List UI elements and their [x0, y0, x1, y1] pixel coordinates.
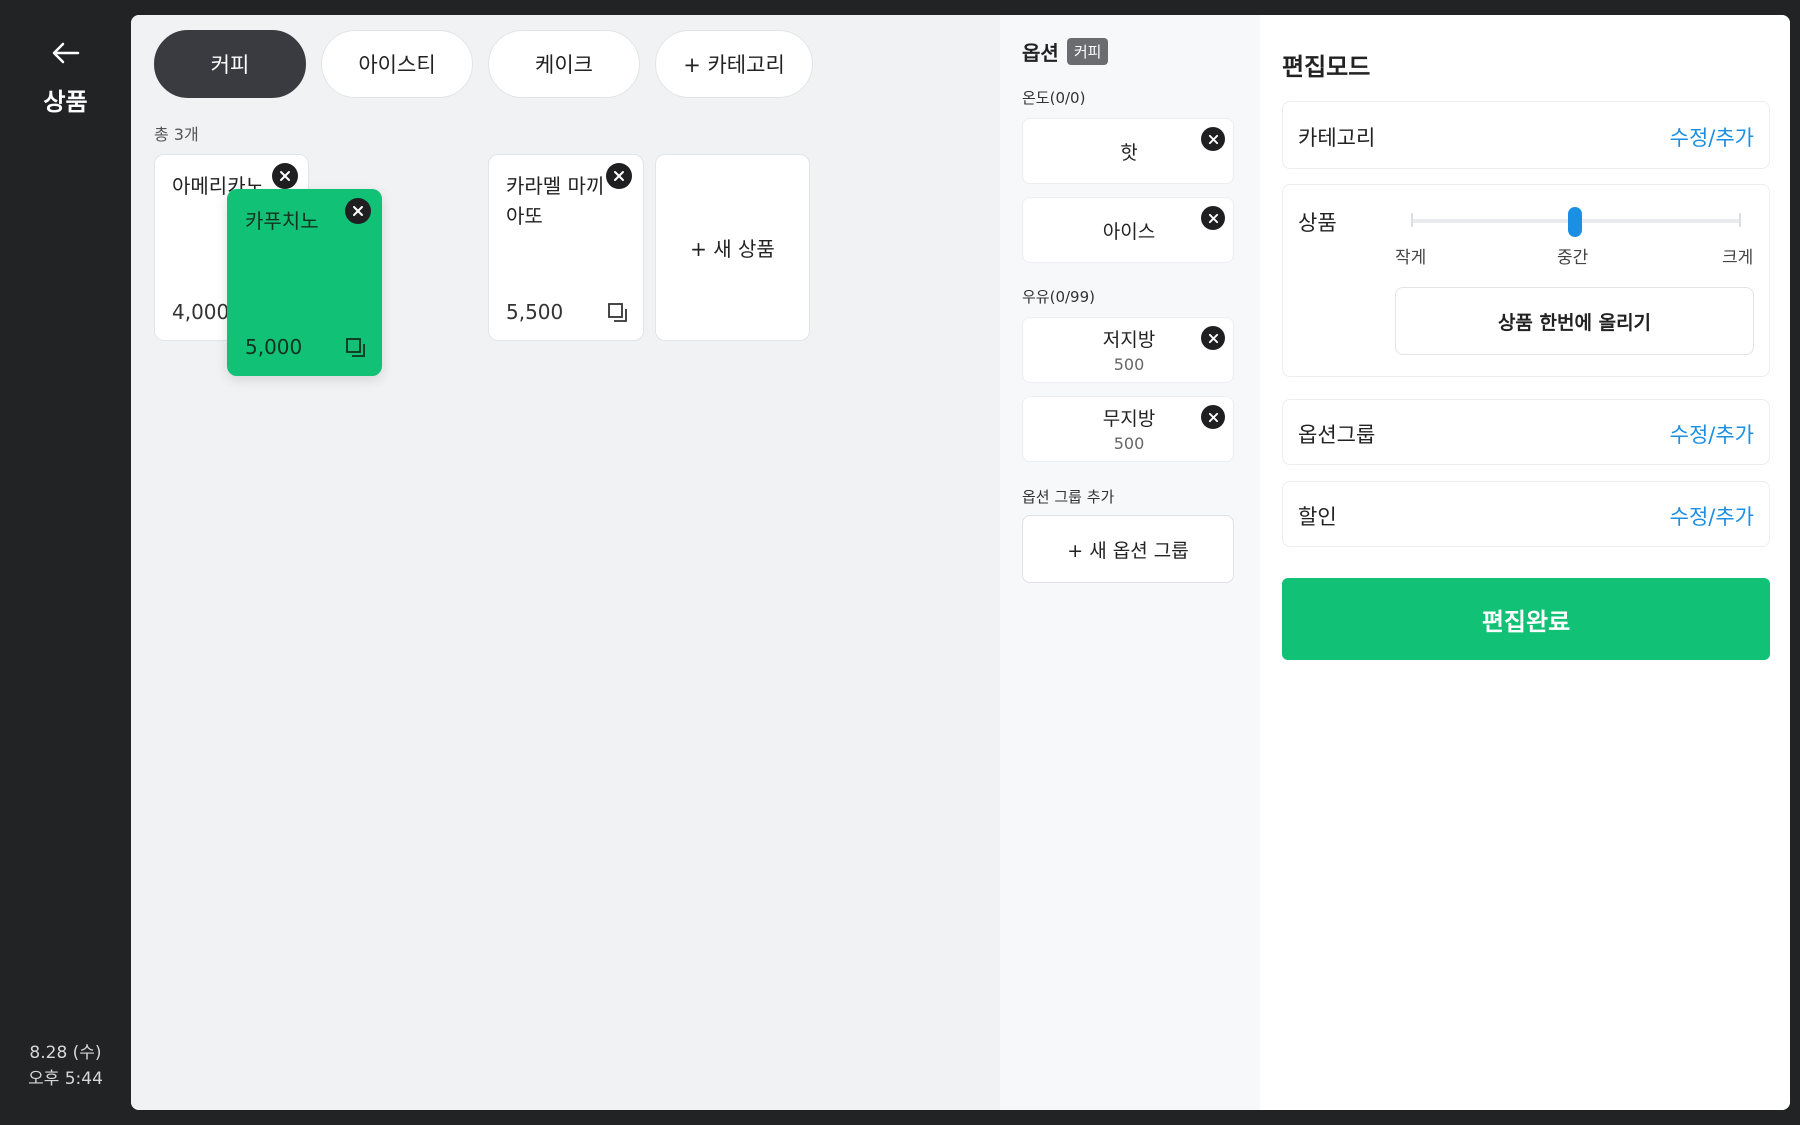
option-price: 500 — [1113, 434, 1145, 453]
remove-product-icon[interactable] — [272, 163, 298, 189]
option-item-non-fat[interactable]: 무지방 500 — [1022, 396, 1234, 462]
category-edit-link[interactable]: 수정/추가 — [1670, 122, 1754, 152]
left-nav-rail: 상품 8.28 (수) 오후 5:44 — [0, 0, 131, 1125]
date-display: 8.28 (수) — [29, 1043, 102, 1063]
edit-mode-panel: 편집모드 카테고리 수정/추가 상품 작게 중간 크게 상품 한번에 올리기 옵… — [1260, 15, 1790, 1110]
new-option-group-button[interactable]: + 새 옵션 그룹 — [1022, 515, 1234, 583]
copy-icon[interactable] — [345, 337, 367, 359]
slider-tick — [1411, 213, 1413, 227]
tab-cake[interactable]: 케이크 — [488, 30, 640, 98]
product-area: 커피 아이스티 케이크 + 카테고리 총 3개 아메리카노 4,000 카라멜 … — [131, 15, 1000, 1110]
tab-iced-tea[interactable]: 아이스티 — [321, 30, 473, 98]
slider-tick — [1739, 213, 1741, 227]
size-label-small: 작게 — [1395, 248, 1427, 268]
option-price: 500 — [1113, 355, 1145, 374]
product-price: 5,500 — [506, 300, 564, 324]
main-frame: 커피 아이스티 케이크 + 카테고리 총 3개 아메리카노 4,000 카라멜 … — [131, 15, 1790, 1110]
category-label: 카테고리 — [1298, 126, 1376, 150]
discount-row: 할인 수정/추가 — [1282, 481, 1770, 547]
options-panel: 옵션 커피 온도(0/0) 핫 아이스 우유(0/99) 저지방 500 무지방 — [1000, 15, 1260, 1110]
product-price: 5,000 — [245, 335, 303, 359]
option-group-label: 옵션그룹 — [1298, 423, 1376, 447]
options-title: 옵션 — [1022, 41, 1059, 65]
size-label-medium: 중간 — [1557, 248, 1589, 268]
option-group-label: 우유(0/99) — [1022, 288, 1095, 306]
size-label-large: 크게 — [1722, 248, 1754, 268]
remove-option-icon[interactable] — [1201, 326, 1225, 350]
product-card-caramel-macchiato[interactable]: 카라멜 마끼아또 5,500 — [488, 154, 644, 341]
edit-complete-button[interactable]: 편집완료 — [1282, 578, 1770, 660]
product-size-row: 상품 작게 중간 크게 상품 한번에 올리기 — [1282, 184, 1770, 377]
option-group-row: 옵션그룹 수정/추가 — [1282, 399, 1770, 465]
product-price: 4,000 — [172, 300, 230, 324]
product-name: 카라멜 마끼아또 — [506, 174, 605, 228]
option-item-hot[interactable]: 핫 — [1022, 118, 1234, 184]
size-slider-thumb[interactable] — [1568, 207, 1582, 237]
options-header: 옵션 커피 — [1022, 37, 1109, 66]
new-product-button[interactable]: + 새 상품 — [655, 154, 810, 341]
copy-icon[interactable] — [607, 302, 629, 324]
tab-coffee[interactable]: 커피 — [154, 30, 306, 98]
edit-mode-title: 편집모드 — [1282, 53, 1371, 81]
add-option-group-label: 옵션 그룹 추가 — [1022, 488, 1115, 506]
remove-product-icon[interactable] — [345, 198, 371, 224]
add-category-tab[interactable]: + 카테고리 — [655, 30, 813, 98]
options-category-badge: 커피 — [1066, 38, 1109, 65]
bulk-upload-button[interactable]: 상품 한번에 올리기 — [1395, 287, 1754, 355]
product-count: 총 3개 — [154, 125, 199, 144]
discount-label: 할인 — [1298, 505, 1337, 529]
time-display: 오후 5:44 — [28, 1069, 103, 1089]
product-card-cappuccino-dragging[interactable]: 카푸치노 5,000 — [227, 189, 382, 376]
category-row: 카테고리 수정/추가 — [1282, 101, 1770, 169]
remove-option-icon[interactable] — [1201, 206, 1225, 230]
back-arrow-icon[interactable] — [46, 36, 86, 70]
option-group-label: 온도(0/0) — [1022, 89, 1086, 107]
product-label: 상품 — [1298, 211, 1337, 235]
remove-option-icon[interactable] — [1201, 127, 1225, 151]
option-group-edit-link[interactable]: 수정/추가 — [1670, 419, 1754, 449]
page-title: 상품 — [43, 88, 88, 116]
discount-edit-link[interactable]: 수정/추가 — [1670, 501, 1754, 531]
remove-option-icon[interactable] — [1201, 405, 1225, 429]
remove-product-icon[interactable] — [606, 163, 632, 189]
option-item-low-fat[interactable]: 저지방 500 — [1022, 317, 1234, 383]
option-item-ice[interactable]: 아이스 — [1022, 197, 1234, 263]
